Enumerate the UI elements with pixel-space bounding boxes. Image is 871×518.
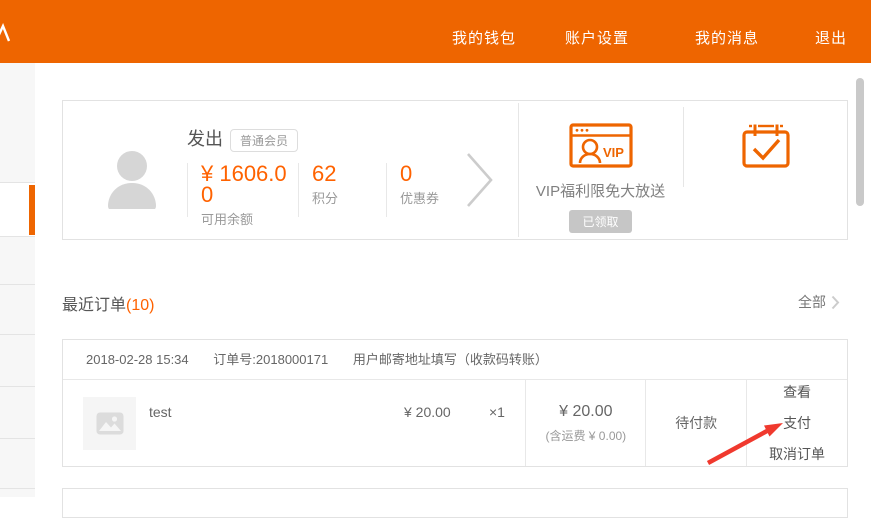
profile-card: 发出 普通会员 ¥ 1606.00 可用余额 62 积分 0 优惠券 VIP — [62, 100, 848, 240]
order-actions-cell: 查看 支付 取消订单 — [746, 380, 847, 466]
order-number: 订单号:2018000171 — [213, 352, 328, 367]
order-status: 待付款 — [675, 413, 717, 433]
view-all-link[interactable]: 全部 — [798, 292, 840, 312]
product-thumbnail[interactable] — [83, 397, 136, 450]
sidebar-item[interactable] — [0, 63, 35, 183]
avatar-head-shape — [117, 151, 147, 181]
nav-logout[interactable]: 退出 — [815, 27, 847, 48]
next-order-card-partial — [62, 488, 848, 518]
points-value: 62 — [312, 163, 386, 184]
product-unit-price: ¥ 20.00 — [404, 404, 451, 420]
logo-fragment-icon — [0, 23, 13, 43]
chevron-right-icon — [831, 295, 840, 310]
sidebar-item[interactable] — [0, 237, 35, 285]
sidebar-item[interactable] — [0, 335, 35, 387]
balance-value: ¥ 1606.00 — [201, 163, 291, 205]
recent-orders-label: 最近订单 — [62, 297, 126, 314]
sidebar-nav — [0, 63, 35, 497]
image-placeholder-icon — [96, 412, 124, 435]
order-total-amount: ¥ 20.00 — [559, 403, 612, 421]
order-note: 用户邮寄地址填写（收款码转账） — [353, 352, 548, 367]
vip-claimed-badge[interactable]: 已领取 — [569, 210, 631, 233]
scrollbar-thumb[interactable] — [856, 78, 864, 206]
vip-promo-title: VIP福利限免大放送 — [518, 180, 683, 201]
order-row: test ¥ 20.00 ×1 ¥ 20.00 (含运费 ¥ 0.00) 待付款… — [63, 380, 847, 466]
product-name[interactable]: test — [149, 404, 172, 420]
username: 发出 — [187, 125, 223, 151]
nav-my-messages[interactable]: 我的消息 — [695, 27, 759, 48]
order-card: 2018-02-28 15:34 订单号:2018000171 用户邮寄地址填写… — [62, 339, 848, 467]
member-level-badge: 普通会员 — [230, 129, 298, 152]
pay-order-link[interactable]: 支付 — [783, 413, 811, 433]
checkin-calendar-block[interactable] — [683, 101, 849, 239]
account-stats: ¥ 1606.00 可用余额 62 积分 0 优惠券 — [187, 163, 478, 217]
shipping-fee-note: (含运费 ¥ 0.00) — [545, 427, 626, 444]
sidebar-item-active[interactable] — [0, 183, 35, 237]
avatar-body-shape — [108, 183, 156, 209]
order-status-cell: 待付款 — [645, 380, 746, 466]
svg-text:VIP: VIP — [603, 145, 624, 160]
sidebar-item[interactable] — [0, 439, 35, 489]
recent-orders-title: 最近订单(10) — [62, 291, 154, 315]
chevron-right-icon[interactable] — [465, 151, 495, 209]
recent-orders-count: (10) — [126, 297, 154, 314]
sidebar-item[interactable] — [0, 285, 35, 335]
nav-my-wallet[interactable]: 我的钱包 — [452, 27, 516, 48]
avatar[interactable] — [104, 151, 160, 209]
nav-account-settings[interactable]: 账户设置 — [565, 27, 629, 48]
order-header: 2018-02-28 15:34 订单号:2018000171 用户邮寄地址填写… — [63, 340, 847, 380]
active-item-indicator — [29, 185, 35, 235]
cancel-order-link[interactable]: 取消订单 — [769, 444, 825, 464]
top-nav-bar: 我的钱包 账户设置 我的消息 退出 — [0, 0, 871, 63]
product-quantity: ×1 — [489, 404, 505, 420]
stat-points[interactable]: 62 积分 — [298, 163, 386, 217]
calendar-check-icon — [742, 123, 790, 168]
order-product-cell: test ¥ 20.00 ×1 — [63, 380, 525, 466]
vip-browser-window-icon: VIP — [569, 123, 633, 168]
order-total-cell: ¥ 20.00 (含运费 ¥ 0.00) — [525, 380, 645, 466]
vip-promo-block[interactable]: VIP VIP福利限免大放送 已领取 — [518, 101, 683, 239]
order-time: 2018-02-28 15:34 — [86, 352, 189, 367]
sidebar-item[interactable] — [0, 387, 35, 439]
stat-balance[interactable]: ¥ 1606.00 可用余额 — [187, 163, 298, 217]
sidebar-item[interactable] — [0, 489, 35, 497]
points-label: 积分 — [312, 188, 386, 207]
view-all-label: 全部 — [798, 292, 826, 312]
balance-label: 可用余额 — [201, 209, 298, 228]
view-order-link[interactable]: 查看 — [783, 382, 811, 402]
